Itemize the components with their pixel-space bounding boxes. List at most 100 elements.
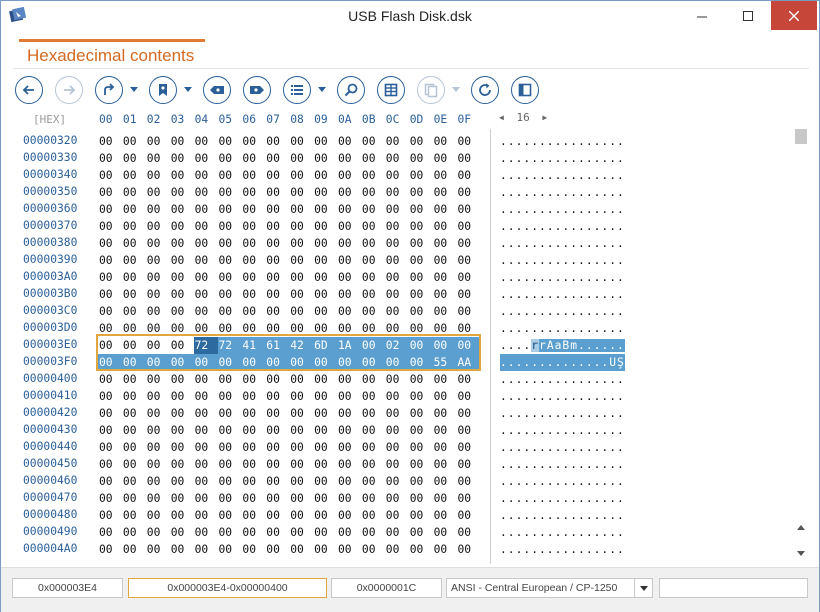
hex-byte[interactable]: 00 [385, 490, 409, 507]
hex-byte[interactable]: 00 [265, 490, 289, 507]
hex-byte[interactable]: 00 [146, 388, 170, 405]
hex-byte[interactable]: 00 [146, 252, 170, 269]
hex-row[interactable]: 00000480 00 00 00 00 00 00 00 00 00 00 00 00 00 00 00 00… [13, 507, 793, 524]
hex-byte[interactable]: 00 [241, 371, 265, 388]
hex-byte[interactable]: 00 [194, 286, 218, 303]
hex-byte[interactable]: 00 [385, 524, 409, 541]
hex-byte[interactable]: 00 [122, 167, 146, 184]
hex-byte[interactable]: 00 [457, 218, 481, 235]
hex-byte[interactable]: 00 [170, 337, 194, 354]
hex-byte[interactable]: 00 [385, 150, 409, 167]
hex-byte[interactable]: 00 [313, 405, 337, 422]
hex-row[interactable]: 00000320 00 00 00 00 00 00 00 00 00 00 00 00 00 00 00 00… [13, 133, 793, 150]
hex-byte[interactable]: 00 [385, 541, 409, 558]
hex-byte[interactable]: 00 [170, 320, 194, 337]
hex-byte[interactable]: 00 [170, 201, 194, 218]
hex-byte[interactable]: 00 [146, 524, 170, 541]
hex-byte[interactable]: 00 [433, 473, 457, 490]
hex-byte[interactable]: 00 [265, 133, 289, 150]
hex-byte[interactable]: 00 [409, 320, 433, 337]
offset-field[interactable]: 0x000003E4 [12, 578, 123, 598]
chevron-down-icon[interactable] [634, 579, 652, 597]
hex-byte[interactable]: 00 [337, 439, 361, 456]
hex-byte[interactable]: 00 [194, 371, 218, 388]
hex-byte[interactable]: 00 [457, 320, 481, 337]
hex-byte[interactable]: 00 [385, 388, 409, 405]
hex-byte[interactable]: 00 [194, 490, 218, 507]
hex-byte[interactable]: 00 [409, 456, 433, 473]
back-button[interactable] [15, 76, 43, 104]
hex-byte[interactable]: 00 [313, 320, 337, 337]
hex-byte[interactable]: 00 [241, 490, 265, 507]
hex-byte[interactable]: 00 [122, 490, 146, 507]
hex-row[interactable]: 00000460 00 00 00 00 00 00 00 00 00 00 00 00 00 00 00 00… [13, 473, 793, 490]
hex-byte[interactable]: 00 [241, 524, 265, 541]
hex-byte[interactable]: 00 [433, 320, 457, 337]
copy-dropdown-caret[interactable] [451, 85, 461, 95]
hex-byte[interactable]: 00 [289, 473, 313, 490]
hex-byte[interactable]: 00 [194, 320, 218, 337]
ascii-text[interactable]: ................ [500, 235, 625, 252]
hex-byte[interactable]: 00 [170, 150, 194, 167]
hex-byte[interactable]: 00 [313, 490, 337, 507]
hex-byte[interactable]: 00 [265, 303, 289, 320]
hex-byte[interactable]: 00 [457, 473, 481, 490]
hex-byte[interactable]: 00 [337, 218, 361, 235]
hex-byte[interactable]: 00 [194, 507, 218, 524]
hex-byte[interactable]: 00 [265, 218, 289, 235]
hex-byte[interactable]: 00 [409, 252, 433, 269]
hex-byte[interactable]: 00 [241, 167, 265, 184]
hex-byte[interactable]: 00 [146, 269, 170, 286]
hex-byte[interactable]: 00 [361, 235, 385, 252]
hex-byte[interactable]: 00 [265, 235, 289, 252]
hex-byte[interactable]: 00 [146, 286, 170, 303]
ascii-text[interactable]: ................ [500, 269, 625, 286]
list-dropdown-caret[interactable] [317, 85, 327, 95]
hex-byte[interactable]: 00 [218, 235, 242, 252]
hex-byte[interactable]: 00 [122, 439, 146, 456]
hex-byte[interactable]: 00 [433, 405, 457, 422]
hex-byte[interactable]: 00 [194, 388, 218, 405]
hex-byte[interactable]: 00 [457, 422, 481, 439]
hex-byte[interactable]: 00 [98, 269, 122, 286]
hex-row[interactable]: 00000330 00 00 00 00 00 00 00 00 00 00 00 00 00 00 00 00… [13, 150, 793, 167]
hex-byte[interactable]: 00 [194, 439, 218, 456]
hex-byte[interactable]: 00 [265, 541, 289, 558]
hex-byte[interactable]: 00 [241, 252, 265, 269]
hex-byte[interactable]: 00 [409, 150, 433, 167]
hex-row[interactable]: 000003B0 00 00 00 00 00 00 00 00 00 00 00 00 00 00 00 00… [13, 286, 793, 303]
hex-byte[interactable]: 00 [337, 201, 361, 218]
ascii-text[interactable]: ................ [500, 218, 625, 235]
hex-byte[interactable]: 00 [265, 439, 289, 456]
hex-byte[interactable]: 00 [265, 167, 289, 184]
hex-byte[interactable]: 00 [289, 405, 313, 422]
hex-byte[interactable]: 00 [98, 235, 122, 252]
hex-byte[interactable]: 00 [361, 524, 385, 541]
hex-byte[interactable]: 00 [194, 269, 218, 286]
hex-byte[interactable]: 00 [170, 371, 194, 388]
hex-byte[interactable]: 00 [385, 456, 409, 473]
hex-byte[interactable]: 00 [122, 320, 146, 337]
find-button[interactable] [337, 76, 365, 104]
hex-byte[interactable]: 00 [265, 507, 289, 524]
hex-byte[interactable]: 00 [361, 201, 385, 218]
hex-byte[interactable]: 00 [170, 133, 194, 150]
hex-byte[interactable]: 00 [313, 286, 337, 303]
hex-byte[interactable]: 00 [361, 269, 385, 286]
hex-byte[interactable]: 00 [98, 167, 122, 184]
hex-byte[interactable]: 00 [433, 456, 457, 473]
hex-byte[interactable]: 00 [313, 218, 337, 235]
hex-byte[interactable]: 00 [289, 371, 313, 388]
hex-byte[interactable]: 00 [456, 337, 481, 354]
hex-row[interactable]: 00000440 00 00 00 00 00 00 00 00 00 00 00 00 00 00 00 00… [13, 439, 793, 456]
hex-byte[interactable]: 00 [409, 303, 433, 320]
hex-byte[interactable]: 00 [337, 184, 361, 201]
hex-byte[interactable]: 00 [146, 422, 170, 439]
hex-byte[interactable]: 00 [385, 184, 409, 201]
hex-byte[interactable]: 00 [146, 439, 170, 456]
hex-byte[interactable]: 00 [289, 235, 313, 252]
hex-row[interactable]: 00000450 00 00 00 00 00 00 00 00 00 00 00 00 00 00 00 00… [13, 456, 793, 473]
hex-byte[interactable]: 00 [241, 184, 265, 201]
hex-byte[interactable]: 00 [337, 286, 361, 303]
hex-byte[interactable]: 00 [194, 252, 218, 269]
